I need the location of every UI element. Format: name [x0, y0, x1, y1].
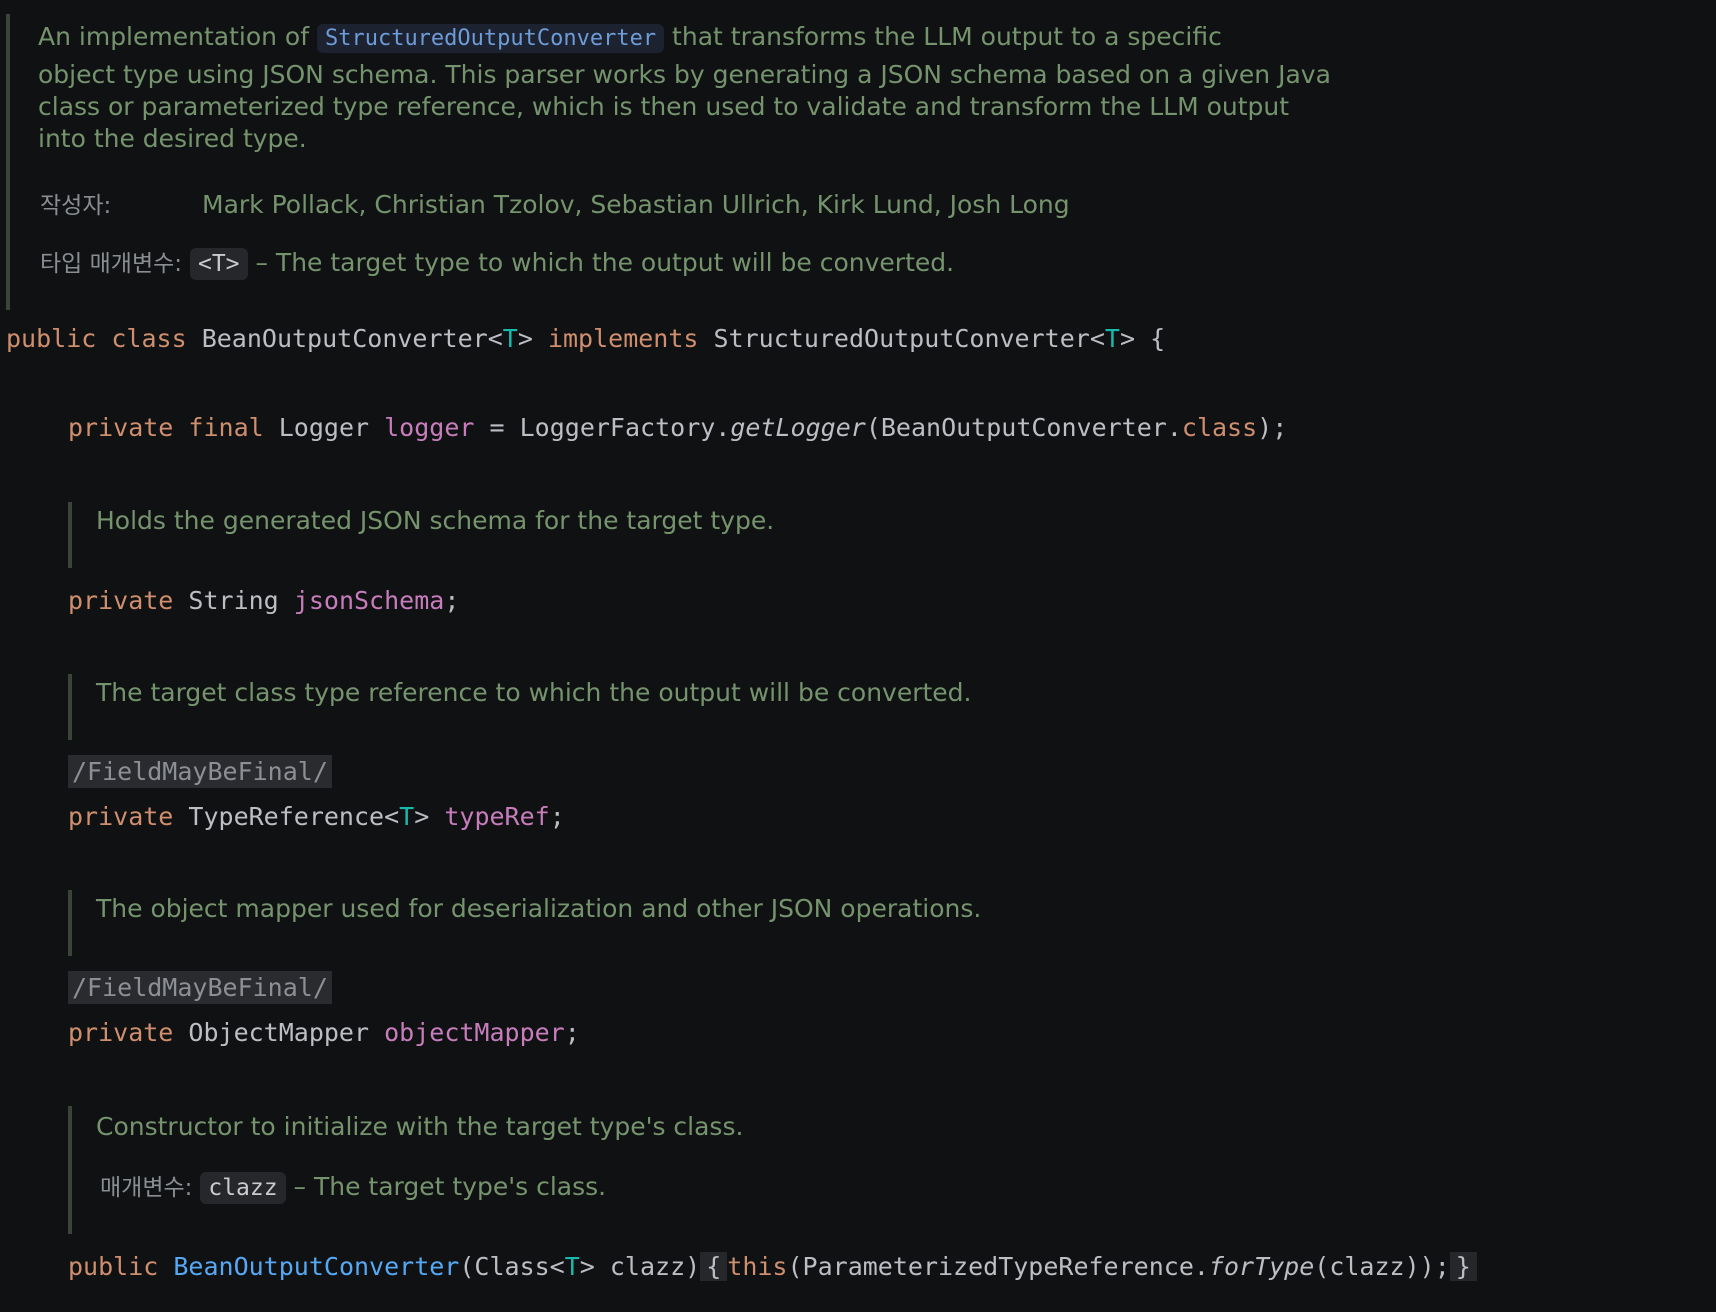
class-declaration[interactable]: public class BeanOutputConverter<T> impl… [6, 324, 1165, 353]
keyword-public: public [6, 324, 97, 353]
keyword-private: private [68, 1018, 174, 1047]
keyword-private: private [68, 413, 174, 442]
class-doc-line-3: class or parameterized type reference, w… [38, 92, 1290, 121]
params-close: > clazz) [579, 1252, 701, 1281]
type-name[interactable]: String [188, 586, 278, 615]
mapper-doc-text: The object mapper used for deserializati… [96, 894, 982, 923]
call-args: (BeanOutputConverter. [865, 413, 1182, 442]
constructor-name[interactable]: BeanOutputConverter [173, 1252, 459, 1281]
type-param: T [1104, 324, 1120, 353]
call-close: ); [1257, 413, 1288, 442]
field-name[interactable]: jsonSchema [294, 586, 445, 615]
generic-open: < [1089, 324, 1105, 353]
field-may-be-final-annotation: /FieldMayBeFinal/ [68, 971, 332, 1004]
type-ref-doc-text: The target class type reference to which… [96, 678, 972, 707]
keyword-this: this [727, 1252, 788, 1281]
type-param-desc: – The target type to which the output wi… [247, 248, 955, 277]
keyword-class: class [1181, 413, 1258, 442]
mapper-field-line[interactable]: private ObjectMapper objectMapper; [68, 1018, 580, 1047]
type-ref-field-line[interactable]: private TypeReference<T> typeRef; [68, 802, 565, 831]
param-label: 매개변수: [100, 1175, 193, 1201]
keyword-private: private [68, 802, 174, 831]
mapper-annotation: /FieldMayBeFinal/ [68, 971, 332, 1004]
json-schema-javadoc: Holds the generated JSON schema for the … [68, 502, 972, 568]
structured-output-converter-link[interactable]: StructuredOutputConverter [316, 24, 665, 53]
keyword-private: private [68, 586, 174, 615]
generic-open: < [487, 324, 503, 353]
json-schema-field-line[interactable]: private String jsonSchema; [68, 586, 459, 615]
type-name[interactable]: ObjectMapper [188, 1018, 369, 1047]
code-editor[interactable]: An implementation of StructuredOutputCon… [0, 0, 1716, 1312]
mapper-javadoc: The object mapper used for deserializati… [68, 890, 1072, 956]
type-param: T [502, 324, 518, 353]
field-name[interactable]: objectMapper [384, 1018, 565, 1047]
keyword-public: public [68, 1252, 159, 1281]
assign-op: = [489, 413, 505, 442]
field-name[interactable]: typeRef [444, 802, 549, 831]
field-may-be-final-annotation: /FieldMayBeFinal/ [68, 755, 332, 788]
type-param-row: 타입 매개변수: <T> – The target type to which … [40, 244, 955, 280]
type-param: T [399, 802, 415, 831]
author-row: 작성자: Mark Pollack, Christian Tzolov, Seba… [40, 186, 1070, 220]
authors-text: Mark Pollack, Christian Tzolov, Sebastia… [202, 190, 1070, 219]
param-chip: clazz [200, 1172, 286, 1204]
keyword-class: class [111, 324, 187, 353]
type-ref-annotation: /FieldMayBeFinal/ [68, 755, 332, 788]
class-doc-line-1: An implementation of StructuredOutputCon… [38, 22, 1222, 53]
logger-field-line[interactable]: private final Logger logger = LoggerFact… [68, 413, 1287, 442]
param-row: 매개변수: clazz – The target type's class. [100, 1168, 607, 1204]
class-doc-text: An implementation of [38, 22, 317, 51]
params-open: (Class< [459, 1252, 565, 1281]
type-name[interactable]: Logger [279, 413, 369, 442]
constructor-doc-text: Constructor to initialize with the targe… [96, 1112, 744, 1141]
class-name[interactable]: BeanOutputConverter [202, 324, 488, 353]
method-call[interactable]: forType [1209, 1252, 1314, 1281]
fold-brace-open[interactable]: { [700, 1252, 728, 1281]
author-label: 작성자: [40, 193, 112, 219]
class-doc-line-4: into the desired type. [38, 124, 307, 153]
factory-ref[interactable]: LoggerFactory. [520, 413, 731, 442]
semicolon: ; [444, 586, 460, 615]
constructor-javadoc: Constructor to initialize with the targe… [68, 1106, 972, 1234]
open-brace: { [1150, 324, 1166, 353]
keyword-implements: implements [547, 324, 699, 353]
semicolon: ; [564, 1018, 580, 1047]
type-param-label: 타입 매개변수: [40, 251, 183, 277]
class-doc-line-2: object type using JSON schema. This pars… [38, 60, 1331, 89]
type-param: T [564, 1252, 580, 1281]
interface-name[interactable]: StructuredOutputConverter [714, 324, 1090, 353]
class-javadoc: An implementation of StructuredOutputCon… [6, 14, 1350, 310]
ctor-body[interactable]: (ParameterizedTypeReference. [787, 1252, 1208, 1281]
class-doc-text: that transforms the LLM output to a spec… [664, 22, 1222, 51]
keyword-final: final [188, 413, 264, 442]
generic-close: > [1119, 324, 1135, 353]
generic-close: > [414, 802, 430, 831]
type-name[interactable]: TypeReference [188, 802, 384, 831]
fold-brace-close[interactable]: } [1449, 1252, 1477, 1281]
json-schema-doc-text: Holds the generated JSON schema for the … [96, 506, 775, 535]
generic-open: < [384, 802, 400, 831]
type-param-chip: <T> [189, 248, 248, 280]
method-call[interactable]: getLogger [730, 413, 865, 442]
semicolon: ; [549, 802, 565, 831]
constructor-line[interactable]: public BeanOutputConverter(Class<T> claz… [68, 1252, 1477, 1281]
param-desc: – The target type's class. [285, 1172, 607, 1201]
type-ref-javadoc: The target class type reference to which… [68, 674, 1072, 740]
ctor-body-end: (clazz)); [1314, 1252, 1450, 1281]
generic-close: > [517, 324, 533, 353]
field-name[interactable]: logger [384, 413, 474, 442]
